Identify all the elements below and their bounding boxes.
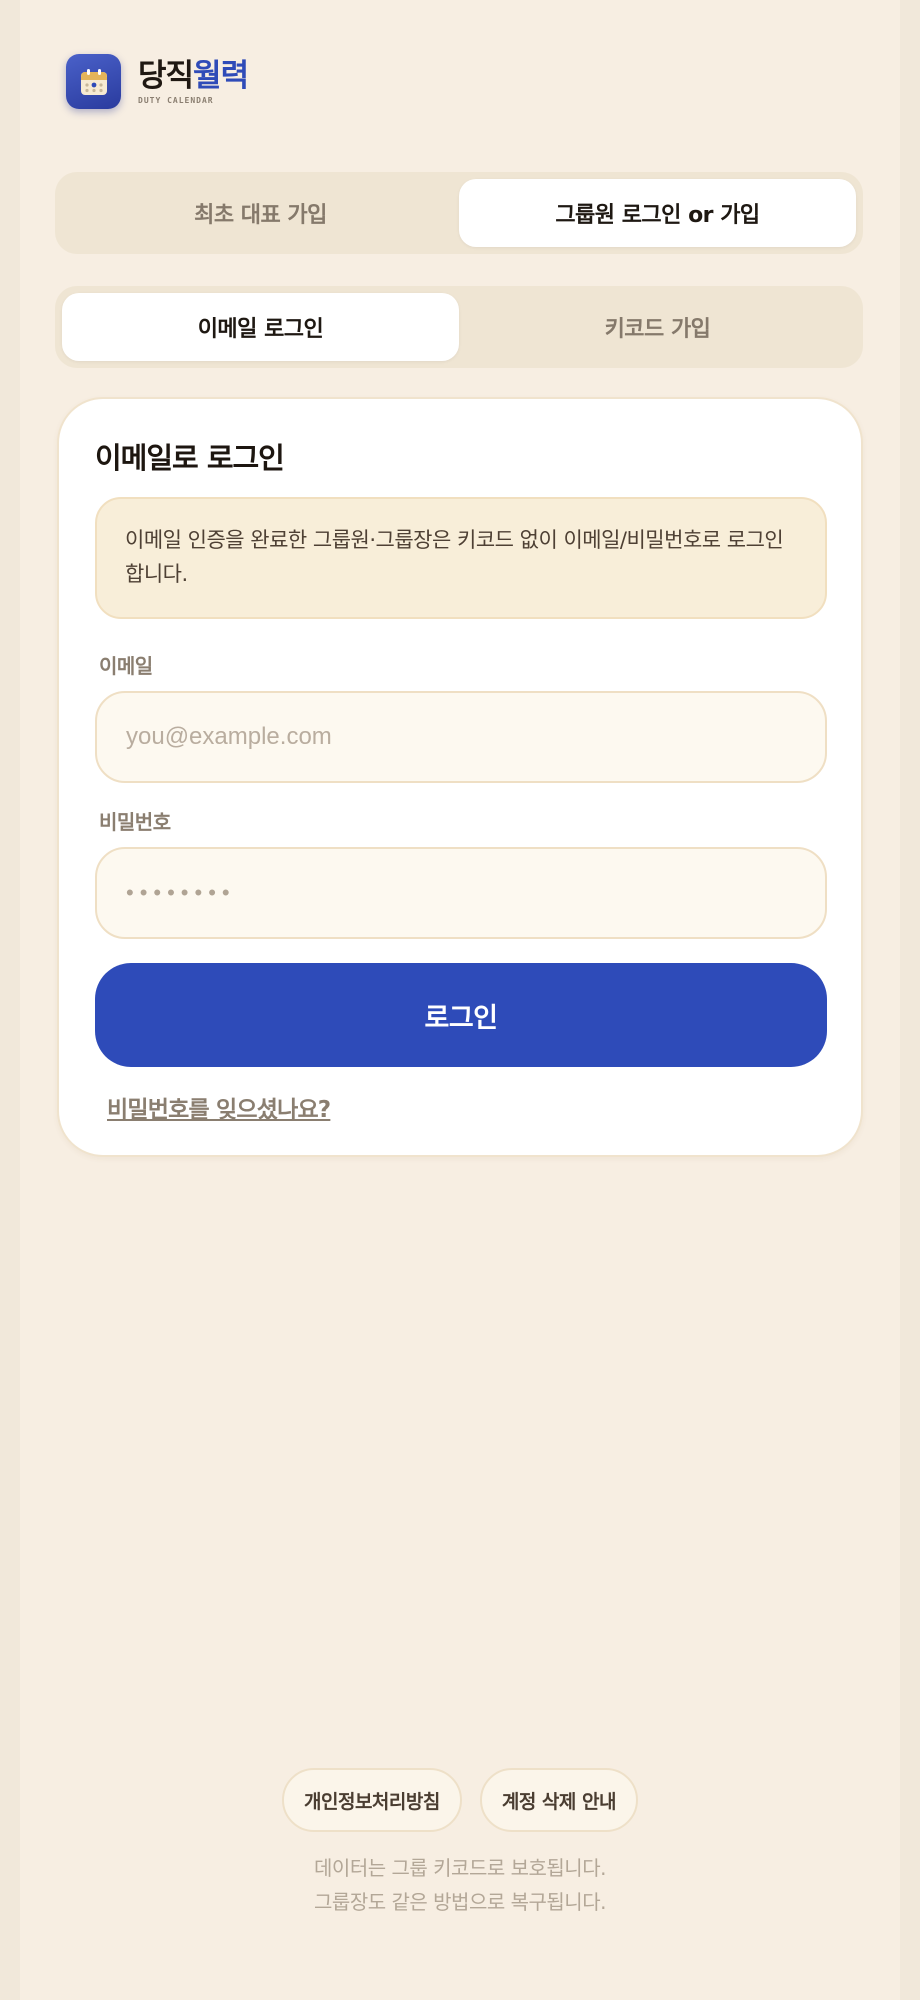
forgot-password-link[interactable]: 비밀번호를 잊으셨나요? (107, 1090, 331, 1124)
email-input[interactable] (95, 691, 827, 783)
tab-member-login-signup[interactable]: 그룹원 로그인 or 가입 (459, 179, 856, 247)
password-label: 비밀번호 (99, 810, 171, 834)
app-title-part-2: 월력 (193, 58, 249, 94)
tab-email-login[interactable]: 이메일 로그인 (62, 293, 459, 361)
app-subtitle: DUTY CALENDAR (138, 96, 214, 105)
info-notice: 이메일 인증을 완료한 그룹원·그룹장은 키코드 없이 이메일/비밀번호로 로그… (95, 497, 827, 619)
password-input[interactable] (95, 847, 827, 939)
footer-note-line-1: 데이터는 그룹 키코드로 보호됩니다. (314, 1856, 606, 1880)
login-card: 이메일로 로그인 이메일 인증을 완료한 그룹원·그룹장은 키코드 없이 이메일… (57, 397, 863, 1157)
login-button[interactable]: 로그인 (95, 963, 827, 1067)
footer-note: 데이터는 그룹 키코드로 보호됩니다. 그룹장도 같은 방법으로 복구됩니다. (20, 1851, 900, 1919)
app-title-part-1: 당직 (138, 58, 194, 94)
page: 당직월력 DUTY CALENDAR 최초 대표 가입 그룹원 로그인 or 가… (20, 0, 900, 2000)
footer-note-line-2: 그룹장도 같은 방법으로 복구됩니다. (314, 1890, 606, 1914)
footer-links: 개인정보처리방침 계정 삭제 안내 (20, 1768, 900, 1832)
tab-first-owner-signup[interactable]: 최초 대표 가입 (62, 179, 459, 247)
card-title: 이메일로 로그인 (95, 441, 285, 475)
account-deletion-button[interactable]: 계정 삭제 안내 (479, 1768, 638, 1832)
privacy-policy-button[interactable]: 개인정보처리방침 (282, 1768, 462, 1832)
brand-header: 당직월력 DUTY CALENDAR (66, 54, 249, 109)
calendar-icon (66, 54, 121, 109)
mode-tabs: 최초 대표 가입 그룹원 로그인 or 가입 (55, 172, 863, 254)
brand-text: 당직월력 DUTY CALENDAR (138, 58, 249, 105)
method-tabs: 이메일 로그인 키코드 가입 (55, 286, 863, 368)
tab-keycode-signup[interactable]: 키코드 가입 (459, 293, 856, 361)
email-label: 이메일 (99, 654, 153, 678)
app-title: 당직월력 (138, 58, 249, 94)
